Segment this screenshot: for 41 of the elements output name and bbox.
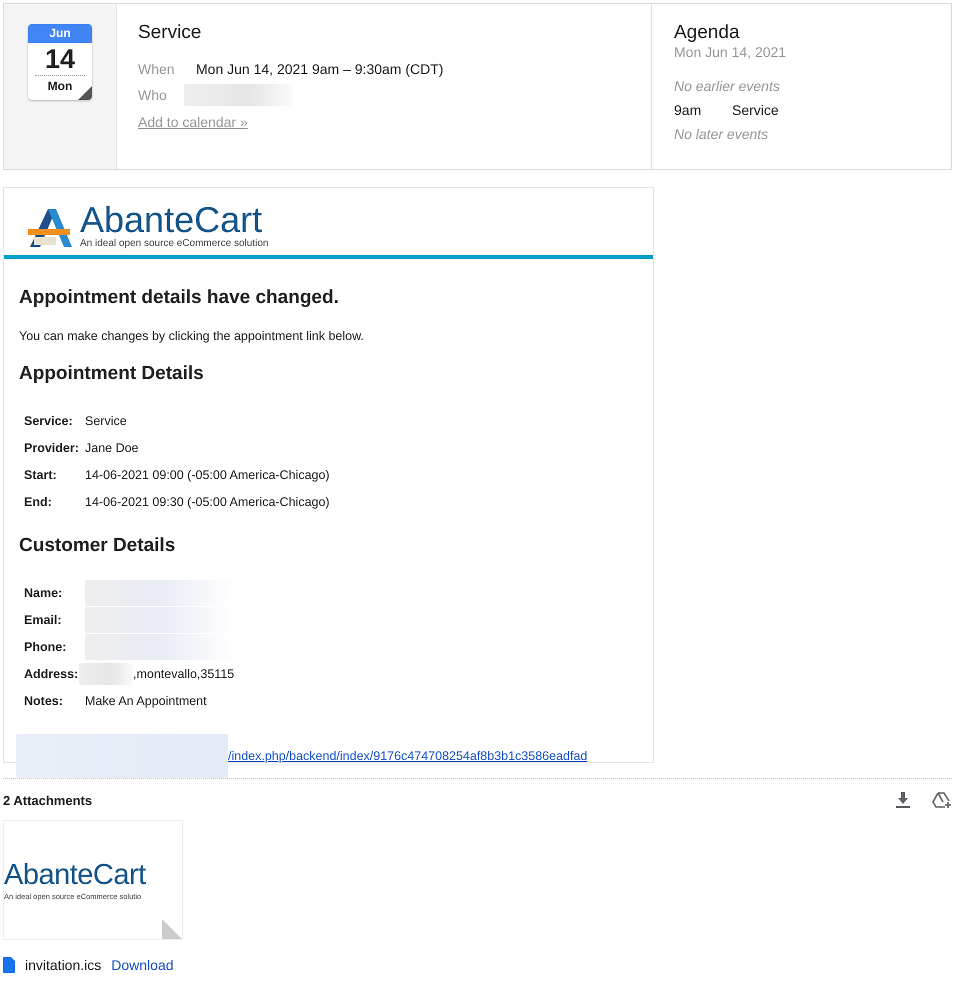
appointment-link[interactable]: /index.php/backend/index/9176c474708254af8b3b1c3586eadfad xyxy=(228,749,588,763)
detail-label: Phone: xyxy=(24,640,68,654)
detail-label: Email: xyxy=(24,612,63,626)
logo-icon xyxy=(26,207,74,249)
detail-value: Make An Appointment xyxy=(85,694,207,708)
detail-value: 14-06-2021 09:30 (-05:00 America-Chicago) xyxy=(85,494,330,508)
detail-label: Service: xyxy=(24,414,74,428)
detail-value: ,montevallo,35115 xyxy=(133,666,234,680)
attachments-title: 2 Attachments xyxy=(3,792,92,808)
detail-label: End: xyxy=(24,494,53,508)
section-heading: Appointment Details xyxy=(19,363,205,385)
calendar-date-icon: Jun 14 Mon xyxy=(28,24,92,100)
agenda-date: Mon Jun 14, 2021 xyxy=(674,44,788,60)
download-icon[interactable] xyxy=(896,792,910,808)
detail-label: Address: xyxy=(24,666,80,680)
file-name: invitation.ics xyxy=(25,957,102,973)
who-label: Who xyxy=(138,87,168,103)
detail-value: 14-06-2021 09:00 (-05:00 America-Chicago) xyxy=(85,468,330,482)
detail-value: Service xyxy=(85,414,127,428)
detail-label: Name: xyxy=(24,586,64,600)
detail-label: Notes: xyxy=(24,694,64,708)
file-icon xyxy=(3,957,15,973)
detail-label: Start: xyxy=(24,468,58,482)
section-heading: Customer Details xyxy=(19,535,176,557)
detail-label: Provider: xyxy=(24,440,80,454)
logo-name: AbanteCart xyxy=(80,202,262,238)
email-heading: Appointment details have changed. xyxy=(19,287,340,309)
agenda-note: No later events xyxy=(674,126,770,142)
intro-text: You can make changes by clicking the appointment link below. xyxy=(19,329,365,343)
detail-value: Jane Doe xyxy=(85,440,139,454)
when-value: Mon Jun 14, 2021 9am – 9:30am (CDT) xyxy=(196,61,444,77)
page-curl-icon xyxy=(162,919,182,939)
agenda-time: 9am xyxy=(674,102,702,118)
agenda-note: No earlier events xyxy=(674,78,781,94)
download-link[interactable]: Download xyxy=(111,957,174,973)
when-label: When xyxy=(138,61,176,77)
logo-tagline: An ideal open source eCommerce solution xyxy=(80,238,268,249)
agenda-event[interactable]: Service xyxy=(732,102,779,118)
event-title: Service xyxy=(138,22,202,44)
agenda-title: Agenda xyxy=(674,22,741,44)
thumbnail-logo-name: AbanteCart xyxy=(4,859,147,892)
